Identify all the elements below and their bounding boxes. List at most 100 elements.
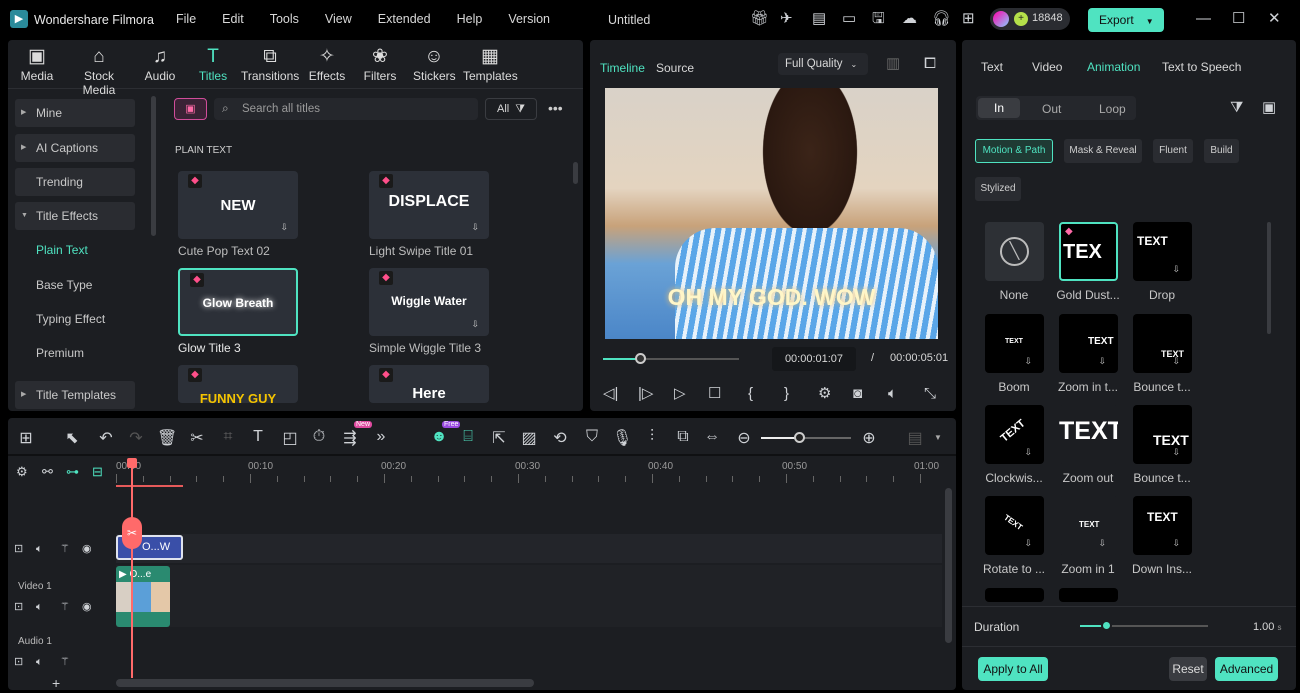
grid-view-icon[interactable]: ▥ — [886, 55, 900, 73]
apps-icon[interactable]: ⊞ — [962, 10, 975, 28]
zoom-slider[interactable] — [761, 432, 851, 443]
tab-timeline[interactable]: Timeline — [600, 61, 645, 75]
playhead-split-button[interactable]: ✂ — [122, 517, 142, 549]
mark-out-icon[interactable]: } — [784, 385, 789, 403]
sidebar-item-plain-text[interactable]: Plain Text — [15, 236, 135, 264]
preset-none[interactable]: ╲ — [985, 222, 1044, 281]
play-icon[interactable]: ▷ — [674, 385, 686, 403]
export-button[interactable]: Export ▼ — [1088, 8, 1164, 32]
sidebar-item-premium[interactable]: Premium — [15, 339, 135, 367]
mask-icon[interactable]: ⛉ — [582, 428, 602, 446]
fit-icon[interactable]: ⇔ — [702, 428, 722, 446]
preset-drop[interactable]: TEXT ⇩ — [1133, 222, 1192, 281]
tab-effects[interactable]: ✧ Effects — [308, 45, 346, 83]
effects-toggle-icon[interactable]: ⚚ — [60, 598, 70, 616]
timeline-horizontal-scrollbar[interactable] — [116, 679, 534, 687]
menu-view[interactable]: View — [325, 12, 352, 26]
magnet-icon[interactable]: ⊟ — [92, 463, 103, 481]
sidebar-scrollbar[interactable] — [151, 96, 156, 236]
tab-audio[interactable]: ♫ Audio — [142, 45, 178, 83]
gift-icon[interactable]: 🎁︎ — [750, 10, 769, 28]
tab-video[interactable]: Video — [1032, 60, 1062, 74]
chip-build[interactable]: Build — [1204, 139, 1239, 163]
menu-extended[interactable]: Extended — [378, 12, 431, 26]
menu-file[interactable]: File — [176, 12, 196, 26]
effects-toggle-icon[interactable]: ⚚ — [60, 653, 70, 671]
minimize-icon[interactable]: — — [1196, 10, 1211, 28]
layout-icon[interactable]: ⊞ — [16, 428, 36, 448]
chip-fluent[interactable]: Fluent — [1153, 139, 1193, 163]
tab-text-to-speech[interactable]: Text to Speech — [1162, 60, 1241, 74]
sidebar-item-typing-effect[interactable]: Typing Effect — [15, 305, 135, 333]
close-icon[interactable]: ✕ — [1268, 10, 1281, 28]
export-clip-icon[interactable]: ⇱ — [489, 428, 509, 448]
playhead-line[interactable] — [131, 462, 133, 678]
sidebar-item-ai-captions[interactable]: ▶ AI Captions — [15, 134, 135, 162]
menu-tools[interactable]: Tools — [270, 12, 299, 26]
title-card[interactable]: ◆ FUNNY GUY — [178, 365, 298, 403]
tab-text[interactable]: Text — [981, 60, 1003, 74]
track-height-icon[interactable]: ▤ — [905, 428, 925, 448]
advanced-button[interactable]: Advanced — [1215, 657, 1278, 681]
tab-stock-media[interactable]: ⌂ Stock Media — [66, 45, 132, 97]
preset-bounce-t[interactable]: TEXT ⇩ — [1133, 314, 1192, 373]
quality-dropdown[interactable]: Full Quality ⌄ — [778, 53, 868, 75]
save-icon[interactable]: 🖫 — [872, 10, 885, 28]
preset-clockwise[interactable]: TEXT ⇩ — [985, 405, 1044, 464]
sidebar-item-title-templates[interactable]: ▶ Title Templates — [15, 381, 135, 409]
chip-motion-path[interactable]: Motion & Path — [975, 139, 1053, 163]
mode-out[interactable]: Out — [1042, 102, 1061, 116]
menu-edit[interactable]: Edit — [222, 12, 244, 26]
tab-filters[interactable]: ❀ Filters — [363, 45, 397, 83]
next-frame-icon[interactable]: |▷ — [638, 385, 653, 403]
preset-partial[interactable] — [985, 588, 1044, 602]
delete-icon[interactable]: 🗑︎ — [157, 428, 177, 448]
eye-icon[interactable]: ◉ — [82, 598, 92, 616]
more-tools-icon[interactable]: » — [371, 428, 391, 446]
playback-knob[interactable] — [635, 353, 646, 364]
tab-media[interactable]: ▣ Media — [16, 45, 58, 83]
lock-icon[interactable]: ⊡ — [14, 540, 23, 558]
preset-zoom-in-t[interactable]: TEXT ⇩ — [1059, 314, 1118, 373]
favorites-icon[interactable]: ▣ — [1262, 99, 1276, 117]
scene-detect-icon[interactable]: ⌸ — [458, 428, 478, 446]
maximize-icon[interactable]: ☐ — [1232, 10, 1245, 28]
preset-bounce-t-2[interactable]: TEXT ⇩ — [1133, 405, 1192, 464]
redo-icon[interactable]: ↷ — [126, 428, 146, 448]
preset-down-ins[interactable]: TEXT ⇩ — [1133, 496, 1192, 555]
premium-filter-button[interactable]: ▣ — [174, 98, 207, 120]
pip-icon[interactable]: ⧉ — [673, 428, 693, 446]
playback-slider[interactable] — [603, 353, 739, 364]
account-pill[interactable]: + 18848 — [990, 8, 1070, 30]
filter-dropdown[interactable]: All ⧩ — [485, 98, 537, 120]
cloud-icon[interactable]: ☁ — [902, 10, 917, 28]
tab-stickers[interactable]: ☺ Stickers — [413, 45, 456, 83]
tab-templates[interactable]: ▦ Templates — [463, 45, 518, 83]
more-options-icon[interactable]: ••• — [548, 100, 563, 116]
preset-scrollbar[interactable] — [1267, 222, 1271, 334]
sidebar-item-trending[interactable]: Trending — [15, 168, 135, 196]
duration-knob[interactable] — [1101, 620, 1112, 631]
mode-in[interactable]: In — [978, 98, 1020, 118]
lock-icon[interactable]: ⊡ — [14, 653, 23, 671]
reset-button[interactable]: Reset — [1169, 657, 1207, 681]
previous-frame-icon[interactable]: ◁| — [603, 385, 618, 403]
tab-animation[interactable]: Animation — [1087, 60, 1140, 74]
sidebar-item-title-effects[interactable]: ▼ Title Effects — [15, 202, 135, 230]
shape-icon[interactable]: ◰ — [280, 428, 300, 448]
volume-icon[interactable]: 🔈︎ — [888, 385, 897, 403]
ai-copilot-icon[interactable]: ☻ — [429, 428, 449, 446]
mute-icon[interactable]: 🔈︎ — [36, 653, 43, 671]
preset-partial[interactable] — [1059, 588, 1118, 602]
preset-zoom-in-1[interactable]: TEXT ⇩ — [1059, 496, 1118, 555]
video-preview[interactable]: OH MY GOD. WOW — [605, 88, 938, 339]
tab-transitions[interactable]: ⧉ Transitions — [241, 45, 299, 83]
mark-in-icon[interactable]: { — [748, 385, 753, 403]
mute-icon[interactable]: 🔈︎ — [36, 598, 43, 616]
undo-icon[interactable]: ↶ — [96, 428, 116, 448]
scope-icon[interactable]: ⧠ — [924, 55, 936, 73]
preset-gold-dust[interactable]: ◆ TEX — [1059, 222, 1118, 281]
select-tool-icon[interactable]: ⬉ — [62, 428, 82, 448]
ai-tool-icon[interactable]: ⇶ — [340, 428, 360, 448]
reverse-icon[interactable]: ⟲ — [550, 428, 570, 448]
